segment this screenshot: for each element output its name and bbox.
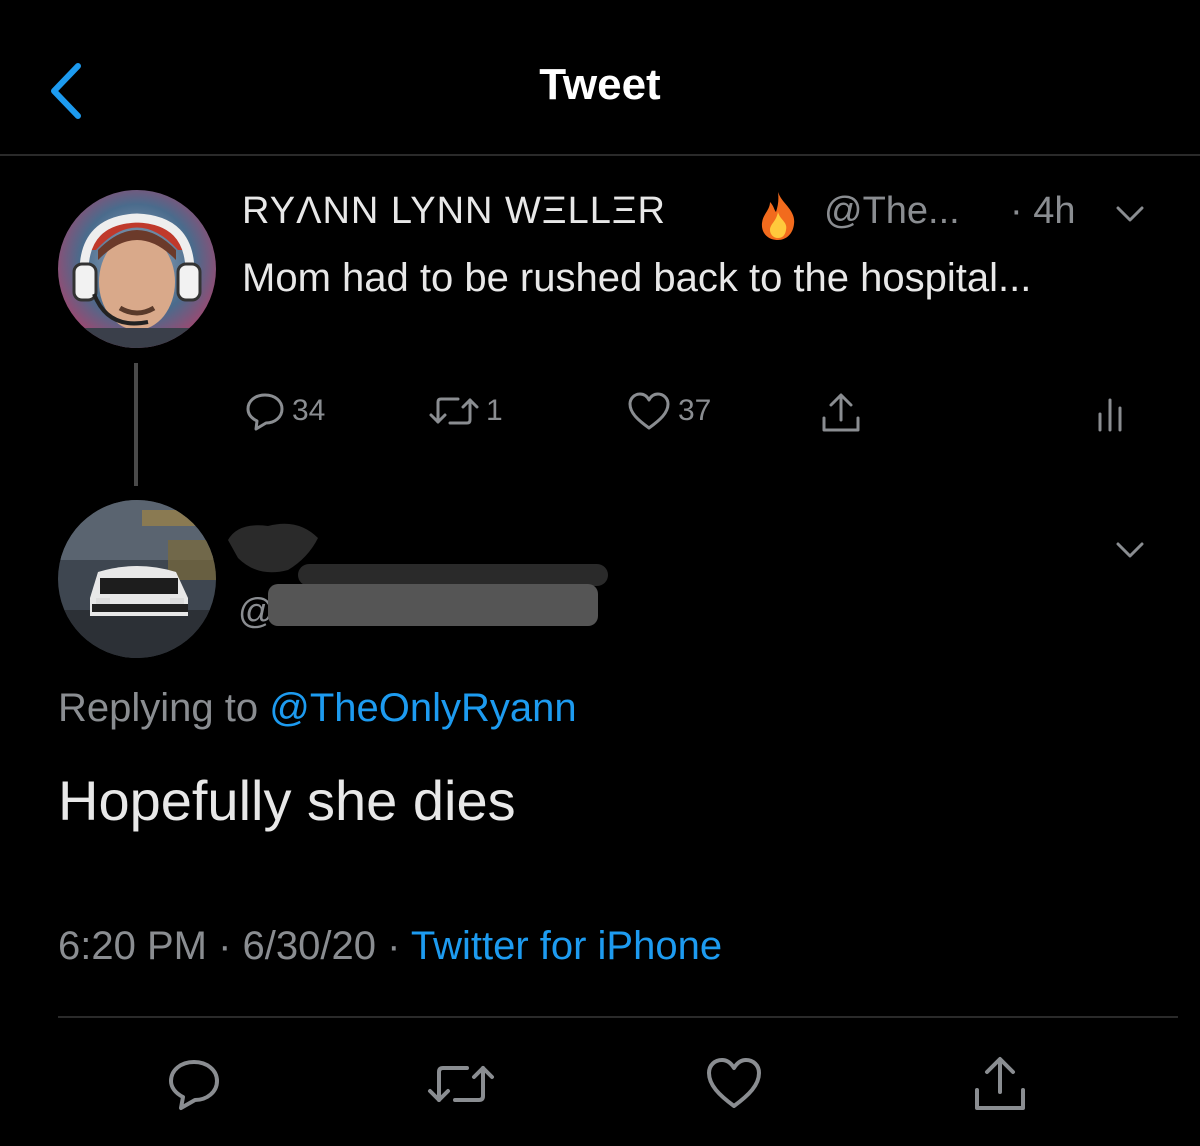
like-count: 37 bbox=[678, 394, 712, 427]
author-handle[interactable]: @The... bbox=[824, 190, 960, 233]
retweet-button[interactable]: 1 bbox=[428, 390, 503, 432]
chevron-down-icon bbox=[1116, 542, 1144, 558]
like-button[interactable]: 37 bbox=[626, 390, 711, 432]
heart-icon bbox=[707, 1058, 761, 1108]
share-icon bbox=[822, 393, 860, 432]
replying-to-handle-link[interactable]: @TheOnlyRyann bbox=[269, 686, 576, 730]
more-options-button[interactable] bbox=[1110, 200, 1150, 230]
bar-reply-button[interactable] bbox=[162, 1052, 226, 1116]
retweet-icon bbox=[428, 1066, 494, 1102]
comment-icon bbox=[246, 393, 284, 431]
redacted-display-name bbox=[228, 518, 608, 588]
avatar[interactable] bbox=[58, 190, 216, 348]
thread-connector-line bbox=[134, 363, 138, 486]
author-display-name[interactable]: RYΛNN LYNN WΞLLΞR bbox=[242, 190, 666, 233]
reply-count: 34 bbox=[292, 394, 326, 427]
tweet-timestamp: 6:20 PM bbox=[58, 924, 207, 968]
bar-share-button[interactable] bbox=[968, 1052, 1032, 1116]
reply-avatar[interactable] bbox=[58, 500, 216, 658]
replying-to-label: Replying to bbox=[58, 686, 259, 730]
comment-icon bbox=[169, 1060, 219, 1110]
tweet-date: 6/30/20 bbox=[242, 924, 376, 968]
chevron-down-icon bbox=[1116, 206, 1144, 222]
meta-divider bbox=[58, 1016, 1178, 1018]
avatar-car-garage bbox=[58, 500, 216, 658]
reply-text: Hopefully she dies bbox=[58, 769, 516, 832]
header-divider bbox=[0, 154, 1200, 156]
reply-more-options-button[interactable] bbox=[1110, 536, 1150, 566]
tweet-time: · 4h bbox=[1010, 190, 1076, 232]
meta-separator: · bbox=[387, 924, 411, 968]
fire-emoji-icon bbox=[752, 190, 804, 242]
page-title: Tweet bbox=[539, 60, 661, 109]
analytics-button[interactable] bbox=[1092, 390, 1132, 434]
heart-icon bbox=[628, 392, 670, 430]
tweet-source-link[interactable]: Twitter for iPhone bbox=[411, 924, 722, 968]
reply-button[interactable]: 34 bbox=[244, 390, 325, 432]
avatar-headset-portrait bbox=[58, 190, 216, 348]
meta-separator: · bbox=[218, 924, 243, 968]
share-button[interactable] bbox=[818, 390, 864, 436]
replying-to-line: Replying to @TheOnlyRyann bbox=[58, 686, 577, 731]
retweet-icon bbox=[429, 397, 479, 425]
bar-like-button[interactable] bbox=[702, 1052, 766, 1116]
share-icon bbox=[975, 1057, 1025, 1110]
bar-retweet-button[interactable] bbox=[425, 1052, 494, 1116]
tweet-text: Mom had to be rushed back to the hospita… bbox=[242, 256, 1032, 300]
redacted-handle bbox=[268, 580, 598, 632]
tweet-metadata: 6:20 PM · 6/30/20 · Twitter for iPhone bbox=[58, 924, 722, 969]
analytics-icon bbox=[1098, 398, 1122, 432]
retweet-count: 1 bbox=[486, 394, 503, 427]
